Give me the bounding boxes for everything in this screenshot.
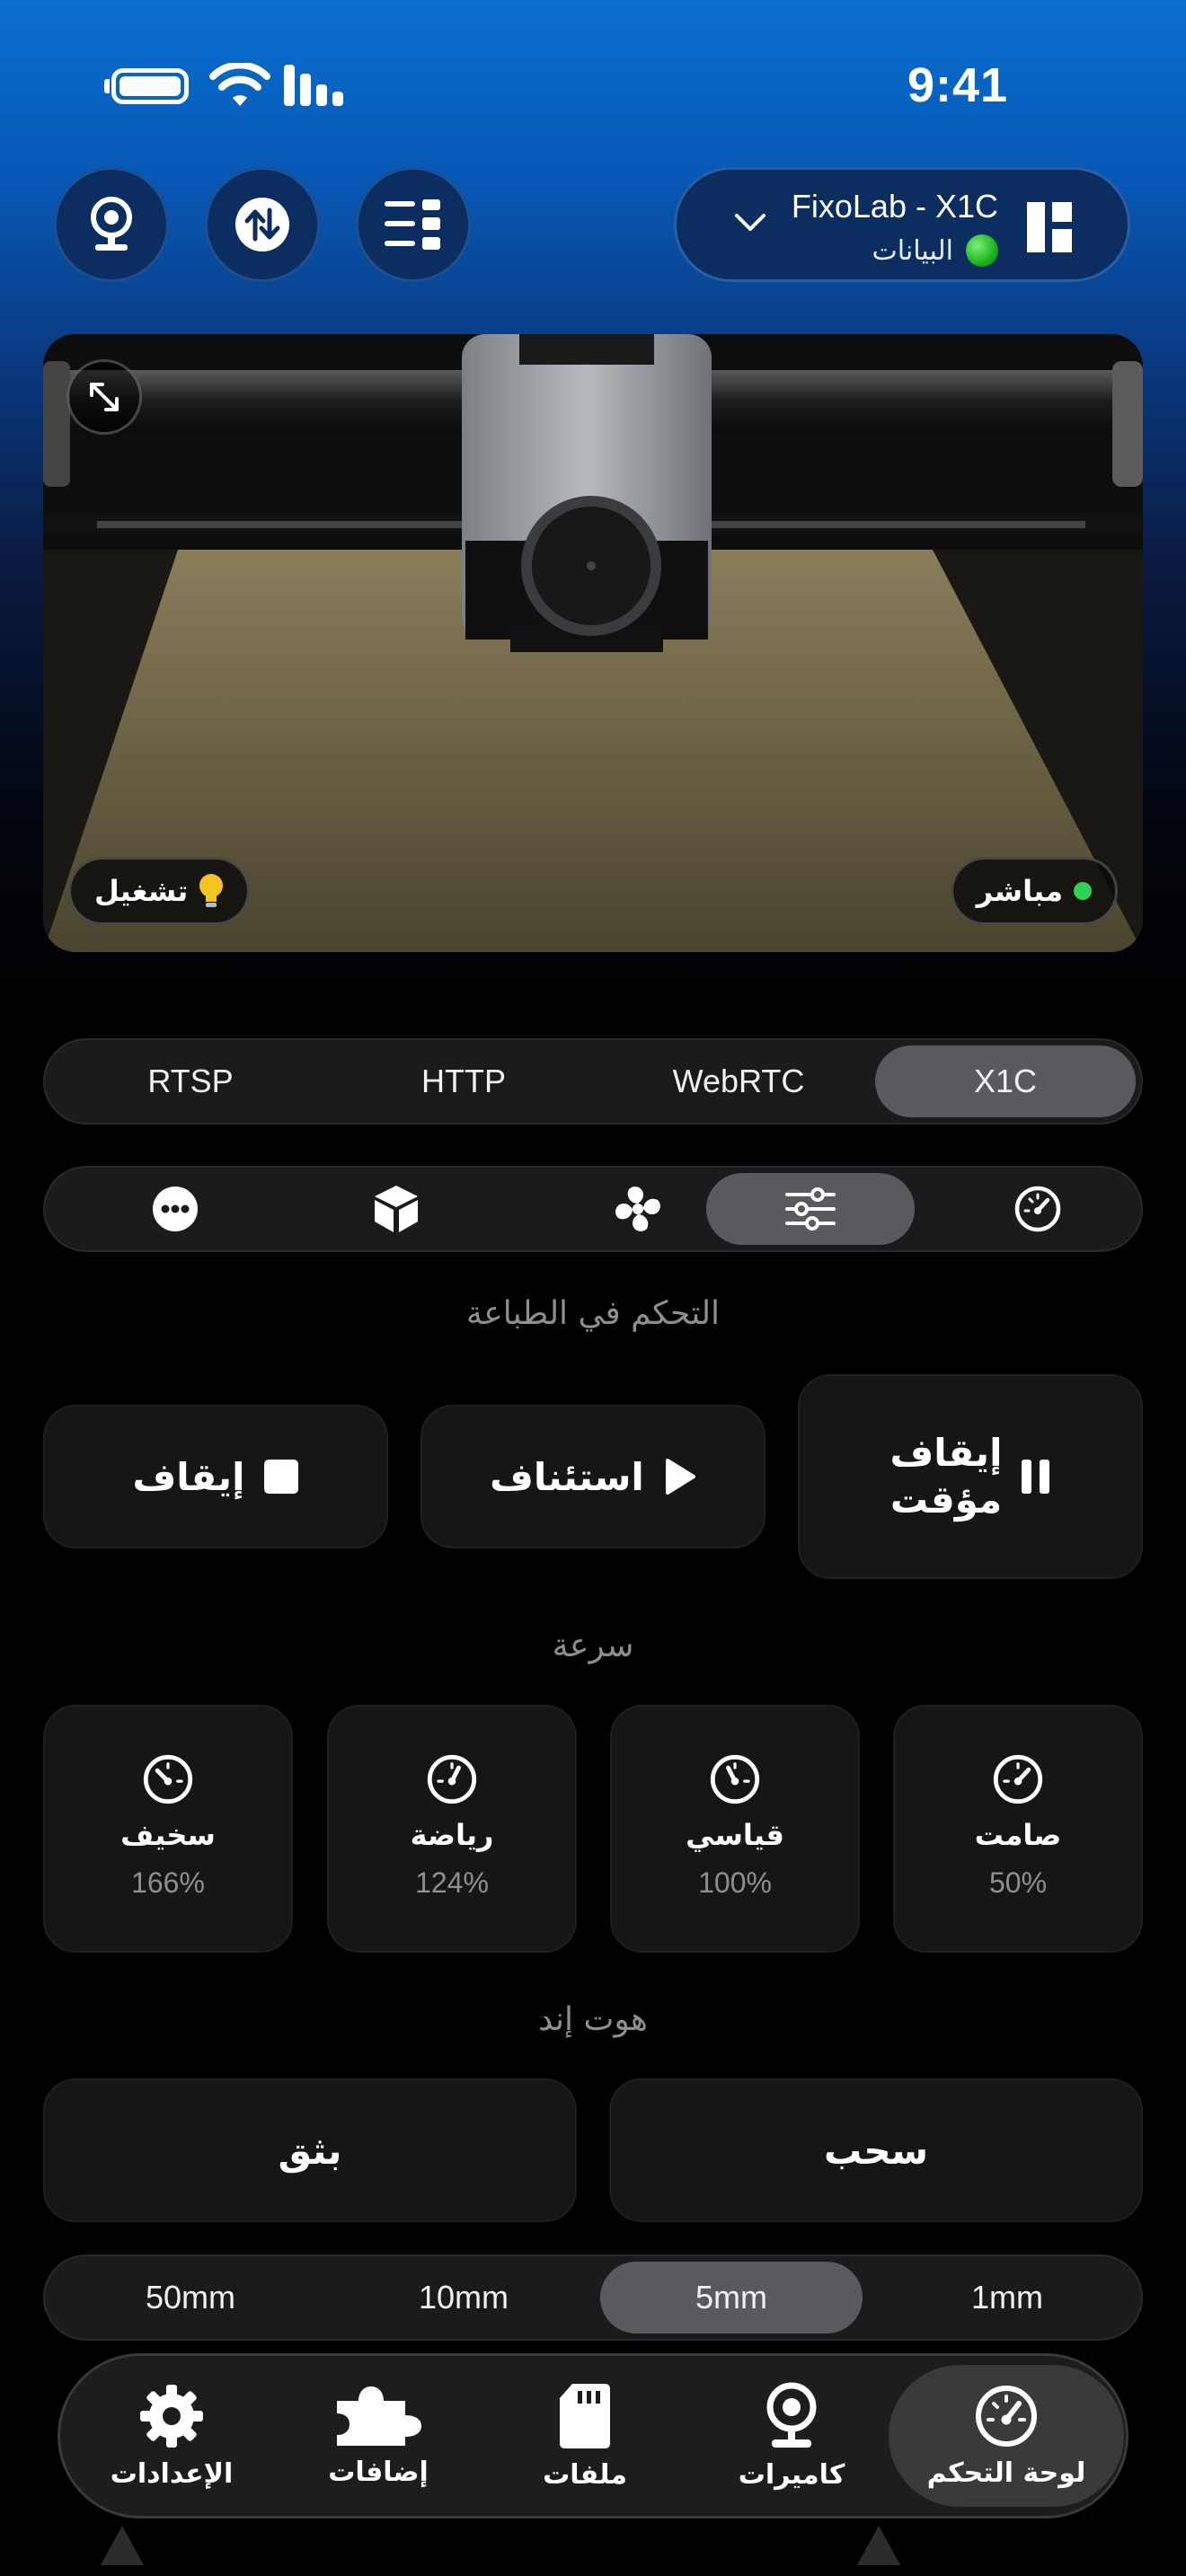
print-control-title: التحكم في الطباعة	[465, 1295, 721, 1332]
transfer-arrows-icon	[235, 198, 289, 251]
tab-bar-cameras[interactable]: كاميرات	[693, 2365, 890, 2507]
distance-selector: 50mm 10mm 5mm 1mm	[43, 2254, 1143, 2341]
cellular-signal-icon	[284, 65, 343, 106]
transfer-button[interactable]	[205, 167, 320, 282]
stream-tab-rtsp[interactable]: RTSP	[61, 1045, 320, 1117]
pause-label-line2: مؤقت	[890, 1478, 1003, 1522]
extrude-button[interactable]: بثق	[43, 2078, 577, 2222]
fullscreen-button[interactable]	[66, 359, 142, 435]
battery-icon	[111, 68, 189, 104]
extrude-label: بثق	[278, 2128, 342, 2173]
tab-bar-label: لوحة التحكم	[926, 2457, 1086, 2489]
play-icon	[665, 1459, 695, 1495]
speedometer-icon	[710, 1754, 760, 1804]
tab-bar: الإعدادات إضافات ملفات كاميرات لوحة التح…	[58, 2353, 1128, 2519]
stream-selector: RTSP HTTP WebRTC X1C	[43, 1038, 1143, 1125]
stop-label: إيقاف	[132, 1454, 245, 1499]
camera-feed[interactable]: تشغيل مباشر	[43, 334, 1143, 952]
live-label: مباشر	[976, 874, 1063, 908]
pause-label: إيقاف مؤقت	[890, 1430, 1003, 1524]
box-icon	[375, 1186, 418, 1232]
expand-icon	[90, 383, 119, 411]
distance-10mm[interactable]: 10mm	[334, 2262, 593, 2333]
battery-cap	[104, 79, 110, 93]
puzzle-icon	[337, 2386, 421, 2446]
tab-filament[interactable]	[311, 1173, 482, 1245]
retract-label: سحب	[823, 2128, 929, 2173]
tab-controls[interactable]	[706, 1173, 915, 1245]
scroll-indicator-left	[101, 2526, 144, 2565]
speed-title: سرعة	[552, 1628, 634, 1664]
control-tabs	[43, 1166, 1143, 1252]
pause-button[interactable]: إيقاف مؤقت	[798, 1374, 1143, 1579]
light-label: تشغيل	[94, 874, 189, 908]
speedometer-icon	[993, 1754, 1043, 1804]
sd-card-icon	[560, 2383, 610, 2448]
speed-mode-value: 100%	[698, 1866, 772, 1899]
speed-mode-value: 166%	[131, 1866, 205, 1899]
speed-mode-name: سخيف	[120, 1818, 216, 1852]
distance-5mm[interactable]: 5mm	[600, 2262, 863, 2333]
tab-bar-label: كاميرات	[738, 2458, 845, 2491]
tab-dashboard[interactable]	[952, 1173, 1123, 1245]
retract-button[interactable]: سحب	[609, 2078, 1143, 2222]
speed-mode-silent[interactable]: صامت 50%	[893, 1705, 1143, 1953]
printer-brand-icon	[1027, 202, 1072, 252]
scroll-indicator-right	[857, 2526, 900, 2565]
pause-label-line1: إيقاف	[890, 1430, 1003, 1475]
stream-tab-webrtc[interactable]: WebRTC	[609, 1045, 868, 1117]
speedometer-icon	[427, 1754, 477, 1804]
speed-mode-value: 124%	[415, 1866, 489, 1899]
chevron-down-icon	[735, 214, 766, 231]
speed-mode-name: قياسي	[686, 1818, 784, 1852]
live-badge: مباشر	[950, 857, 1118, 925]
webcam-button[interactable]	[54, 167, 169, 282]
tab-bar-label: ملفات	[543, 2458, 627, 2491]
status-dot	[966, 234, 998, 267]
tab-bar-dashboard[interactable]: لوحة التحكم	[889, 2365, 1124, 2507]
speed-mode-ludicrous[interactable]: سخيف 166%	[43, 1705, 293, 1953]
speed-mode-value: 50%	[988, 1866, 1048, 1899]
resume-label: استئناف	[490, 1454, 644, 1499]
speed-mode-name: صامت	[974, 1818, 1062, 1852]
speed-mode-name: رياضة	[410, 1818, 494, 1852]
layout-button[interactable]	[356, 167, 471, 282]
pause-icon	[1022, 1460, 1050, 1494]
speed-mode-standard[interactable]: قياسي 100%	[610, 1705, 860, 1953]
tab-bar-settings[interactable]: الإعدادات	[73, 2365, 270, 2507]
printer-selector[interactable]: FixoLab - X1C البيانات	[674, 167, 1130, 282]
live-dot	[1074, 882, 1092, 900]
tab-bar-label: الإعدادات	[110, 2457, 234, 2490]
dashboard-icon	[976, 2385, 1037, 2447]
fan-icon	[615, 1187, 660, 1231]
wifi-icon	[209, 63, 270, 106]
stream-tab-http[interactable]: HTTP	[334, 1045, 593, 1117]
speedometer-icon	[1014, 1186, 1061, 1232]
tab-bar-label: إضافات	[328, 2456, 429, 2488]
sliders-icon	[785, 1187, 836, 1231]
lightbulb-icon	[199, 874, 224, 907]
list-toggle-icon	[385, 199, 440, 250]
distance-50mm[interactable]: 50mm	[61, 2262, 320, 2333]
hotend-title: هوت إند	[538, 2001, 648, 2038]
light-toggle[interactable]: تشغيل	[68, 857, 251, 925]
stop-button[interactable]: إيقاف	[43, 1405, 388, 1548]
distance-1mm[interactable]: 1mm	[886, 2262, 1128, 2333]
webcam-icon	[91, 197, 132, 251]
more-icon	[153, 1187, 198, 1231]
stream-tab-x1c[interactable]: X1C	[875, 1045, 1136, 1117]
webcam-icon	[766, 2382, 817, 2448]
printer-status: البيانات	[872, 234, 998, 267]
resume-button[interactable]: استئناف	[420, 1405, 766, 1548]
tab-bar-files[interactable]: ملفات	[486, 2365, 684, 2507]
tab-bar-plugins[interactable]: إضافات	[279, 2365, 477, 2507]
gear-icon	[140, 2384, 203, 2448]
speedometer-icon	[143, 1754, 193, 1804]
printer-status-label: البيانات	[872, 234, 953, 267]
tab-more[interactable]	[90, 1173, 261, 1245]
stop-icon	[264, 1460, 299, 1494]
printer-name: FixoLab - X1C	[791, 188, 998, 225]
speed-mode-sport[interactable]: رياضة 124%	[327, 1705, 577, 1953]
status-time: 9:41	[907, 58, 1009, 112]
